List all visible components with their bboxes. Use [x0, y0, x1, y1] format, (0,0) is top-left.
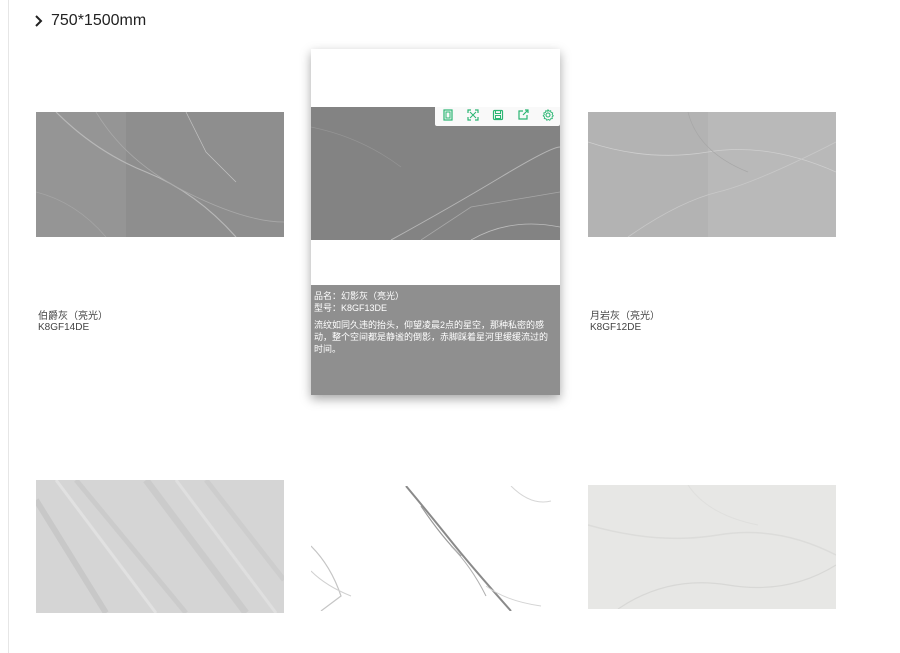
settings-icon: [542, 109, 554, 121]
share-button[interactable]: [510, 104, 535, 126]
section-header[interactable]: 750*1500mm: [31, 12, 146, 30]
settings-button[interactable]: [535, 104, 560, 126]
tile-name: 伯爵灰（亮光）: [38, 311, 108, 322]
tile-name: 月岩灰（亮光）: [590, 311, 660, 322]
product-name-line: 品名：幻影灰（亮光）: [314, 290, 556, 302]
section-title: 750*1500mm: [51, 12, 147, 29]
product-tile[interactable]: [36, 480, 284, 613]
copy-button[interactable]: [435, 104, 460, 126]
product-tile[interactable]: 伯爵灰（亮光） K8GF14DE: [36, 112, 284, 342]
product-code-label: 型号：: [314, 303, 342, 313]
fullscreen-button[interactable]: [460, 104, 485, 126]
left-divider: [8, 0, 9, 653]
product-description: 流纹如同久违的抬头，仰望凌晨2点的星空，那种私密的感动，整个空间都是静谧的倒影，…: [314, 320, 549, 354]
chevron-right-icon: [35, 15, 43, 27]
expand-icon: [466, 109, 479, 121]
share-icon: [517, 109, 529, 120]
tile-code: K8GF14DE: [38, 322, 90, 333]
product-tile-hovered[interactable]: 品名：幻影灰（亮光） 型号：K8GF13DE 流纹如同久违的抬头，仰望凌晨2点的…: [311, 49, 560, 395]
tile-image[interactable]: [36, 112, 284, 237]
save-button[interactable]: [485, 104, 510, 126]
tile-image[interactable]: [311, 107, 560, 240]
product-tile[interactable]: [588, 485, 836, 609]
tile-code: K8GF12DE: [590, 322, 642, 333]
image-toolbar: [435, 104, 560, 126]
product-code: K8GF13DE: [341, 303, 388, 313]
tile-image[interactable]: [588, 485, 836, 609]
product-tile[interactable]: 月岩灰（亮光） K8GF12DE: [588, 112, 836, 342]
product-name-label: 品名：: [314, 291, 342, 301]
save-icon: [492, 109, 503, 121]
tile-image[interactable]: [36, 480, 284, 613]
product-name: 幻影灰（亮光）: [341, 291, 405, 301]
copy-icon: [442, 109, 453, 121]
product-tile[interactable]: [311, 486, 560, 611]
tile-image[interactable]: [588, 112, 836, 237]
product-code-line: 型号：K8GF13DE: [314, 302, 556, 314]
product-info-panel: 品名：幻影灰（亮光） 型号：K8GF13DE 流纹如同久违的抬头，仰望凌晨2点的…: [311, 285, 560, 395]
tile-image[interactable]: [311, 486, 560, 611]
